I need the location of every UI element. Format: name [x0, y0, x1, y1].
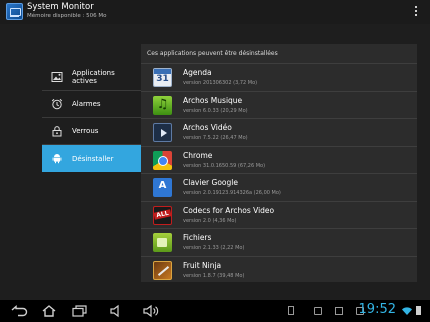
- app-row-archos-musique[interactable]: Archos Musique version 6.0.33 (20,29 Mo): [141, 92, 417, 119]
- fruit-ninja-icon: [153, 260, 172, 280]
- image-notification-icon: [314, 307, 322, 315]
- app-name: Clavier Google: [183, 178, 238, 187]
- app-version: version 201306302 (3,72 Mo): [183, 80, 258, 86]
- system-bar: 19:52: [0, 300, 430, 322]
- app-version: version 6.0.33 (20,29 Mo): [183, 107, 248, 114]
- menu-item-uninstall[interactable]: Désinstaller: [42, 145, 141, 172]
- app-version: version 7.5.22 (26,47 Mo): [183, 135, 248, 141]
- app-name: Fruit Ninja: [183, 260, 222, 270]
- menu-item-locks[interactable]: Verrous: [42, 118, 141, 145]
- back-icon[interactable]: [10, 304, 28, 318]
- home-icon[interactable]: [40, 304, 58, 318]
- keyboard-icon: [153, 178, 172, 197]
- app-version: version 2.0 (4,36 Mo): [183, 217, 237, 224]
- app-version: version 1.8.7 (39,48 Mo): [183, 272, 245, 279]
- memory-available: Mémoire disponible : 506 Mo: [27, 13, 107, 19]
- app-title: System Monitor: [27, 2, 94, 12]
- action-bar: System Monitor Mémoire disponible : 506 …: [0, 0, 430, 24]
- download-notification-icon: [335, 307, 343, 315]
- system-monitor-app-icon[interactable]: [6, 3, 23, 20]
- app-row-codecs[interactable]: Codecs for Archos Video version 2.0 (4,3…: [141, 202, 417, 229]
- app-row-chrome[interactable]: Chrome version 31.0.1650.59 (67,26 Mo): [141, 147, 417, 174]
- menu-item-label: Verrous: [72, 127, 99, 135]
- app-name: Archos Musique: [183, 95, 243, 105]
- lock-icon: [52, 126, 62, 137]
- menu-item-label: Applications actives: [72, 69, 115, 85]
- volume-up-icon[interactable]: [142, 304, 160, 318]
- battery-icon: [416, 306, 421, 315]
- video-icon: [153, 123, 172, 142]
- chrome-icon: [153, 150, 172, 170]
- menu-item-label: Alarmes: [72, 100, 101, 108]
- app-name: Archos Vidéo: [183, 123, 232, 132]
- image-icon: [51, 72, 63, 82]
- calendar-icon: [153, 68, 172, 87]
- menu-item-label: Désinstaller: [72, 154, 114, 163]
- alarm-icon: [51, 98, 63, 110]
- app-name: Fichiers: [183, 233, 212, 242]
- app-row-archos-video[interactable]: Archos Vidéo version 7.5.22 (26,47 Mo): [141, 119, 417, 147]
- side-menu: Applications actives Alarmes Verrous Dés…: [42, 64, 141, 172]
- uninstall-panel: Ces applications peuvent être désinstall…: [141, 44, 417, 282]
- app-row-fruit-ninja[interactable]: Fruit Ninja version 1.8.7 (39,48 Mo): [141, 257, 417, 285]
- app-name: Agenda: [183, 68, 212, 77]
- overflow-menu-icon[interactable]: [414, 6, 418, 18]
- app-name: Codecs for Archos Video: [183, 205, 275, 215]
- music-icon: [153, 95, 172, 115]
- codecs-icon: [153, 205, 172, 225]
- recent-apps-icon[interactable]: [70, 304, 88, 318]
- files-icon: [153, 233, 172, 252]
- wifi-icon: [402, 307, 412, 315]
- panel-header: Ces applications peuvent être désinstall…: [141, 44, 417, 64]
- volume-down-icon[interactable]: [108, 304, 126, 318]
- app-name: Chrome: [183, 150, 213, 160]
- app-version: version 2.1.33 (2,22 Mo): [183, 245, 245, 251]
- sd-card-icon: [288, 306, 294, 315]
- menu-item-active-apps[interactable]: Applications actives: [42, 64, 141, 91]
- android-icon: [52, 154, 62, 164]
- app-row-agenda[interactable]: Agenda version 201306302 (3,72 Mo): [141, 64, 417, 92]
- menu-item-alarms[interactable]: Alarmes: [42, 91, 141, 118]
- clock[interactable]: 19:52: [359, 302, 396, 317]
- app-row-clavier-google[interactable]: Clavier Google version 2.0.19123.914326a…: [141, 174, 417, 202]
- app-version: version 31.0.1650.59 (67,26 Mo): [183, 162, 266, 169]
- app-row-fichiers[interactable]: Fichiers version 2.1.33 (2,22 Mo): [141, 229, 417, 257]
- app-version: version 2.0.19123.914326a (26,00 Mo): [183, 190, 281, 196]
